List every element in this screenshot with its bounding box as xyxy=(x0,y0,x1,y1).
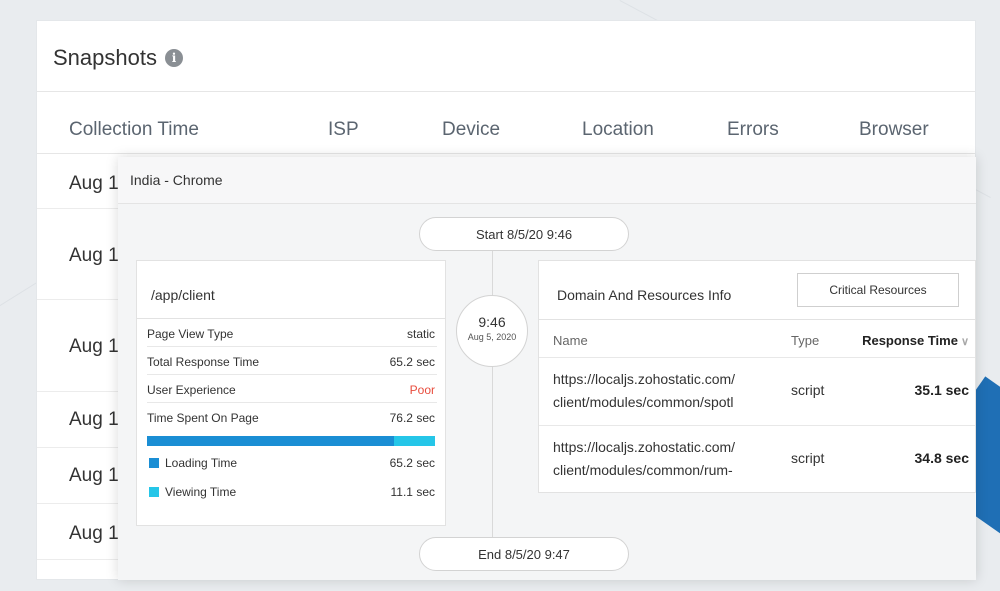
snapshot-detail-popup: India - Chrome Start 8/5/20 9:46 End 8/5… xyxy=(118,157,976,580)
legend-viewing-time: Viewing Time 11.1 sec xyxy=(147,483,437,503)
table-row-collection-time[interactable]: Aug 1 xyxy=(69,523,119,545)
divider xyxy=(37,91,975,92)
column-header-isp[interactable]: ISP xyxy=(328,119,359,141)
column-header-collection-time[interactable]: Collection Time xyxy=(69,119,199,141)
table-row-collection-time[interactable]: Aug 1 xyxy=(69,173,119,195)
resource-domain: https://localjs.zohostatic.com/ xyxy=(553,439,736,455)
table-row-collection-time[interactable]: Aug 1 xyxy=(69,465,119,487)
column-header-location[interactable]: Location xyxy=(582,119,654,141)
resource-response-time: 35.1 sec xyxy=(914,382,970,398)
time-split-bar xyxy=(147,436,435,446)
resource-domain: https://localjs.zohostatic.com/ xyxy=(553,371,736,387)
resources-header: Domain And Resources Info Critical Resou… xyxy=(539,261,975,320)
legend-label: Viewing Time xyxy=(165,485,237,499)
table-row-collection-time[interactable]: Aug 1 xyxy=(69,245,119,267)
table-header: Collection Time ISP Device Location Erro… xyxy=(37,119,975,149)
resources-card: Domain And Resources Info Critical Resou… xyxy=(538,260,976,493)
column-header-name[interactable]: Name xyxy=(553,333,588,348)
timeline-marker[interactable]: 9:46 Aug 5, 2020 xyxy=(456,295,528,367)
timeline-start: Start 8/5/20 9:46 xyxy=(419,217,629,251)
page-url: /app/client xyxy=(137,261,445,319)
popup-header: India - Chrome xyxy=(118,157,976,204)
stat-row-time-spent: Time Spent On Page 76.2 sec xyxy=(147,403,437,431)
column-header-device[interactable]: Device xyxy=(442,119,500,141)
resource-type: script xyxy=(791,450,825,466)
table-row-collection-time[interactable]: Aug 1 xyxy=(69,336,119,358)
stat-row-user-experience: User Experience Poor xyxy=(147,375,437,403)
stat-value: 76.2 sec xyxy=(389,411,435,425)
loading-time-fill xyxy=(147,436,394,446)
legend-value: 65.2 sec xyxy=(389,456,435,470)
divider xyxy=(37,153,975,154)
table-row-collection-time[interactable]: Aug 1 xyxy=(69,409,119,431)
stat-value: 65.2 sec xyxy=(389,355,435,369)
stat-label: Total Response Time xyxy=(147,355,260,369)
page-view-card: /app/client Page View Type static Total … xyxy=(136,260,446,526)
column-header-type[interactable]: Type xyxy=(791,333,819,348)
resource-path: client/modules/common/rum- xyxy=(553,462,733,478)
legend-loading-time: Loading Time 65.2 sec xyxy=(147,454,437,474)
page-title: Snapshots i xyxy=(53,45,183,71)
timeline-line xyxy=(492,247,493,547)
column-header-errors[interactable]: Errors xyxy=(727,119,779,141)
legend-label: Loading Time xyxy=(165,456,238,470)
info-icon[interactable]: i xyxy=(164,49,183,67)
resources-title: Domain And Resources Info xyxy=(557,287,732,303)
resource-response-time: 34.8 sec xyxy=(914,450,970,466)
viewing-swatch xyxy=(149,487,159,497)
stat-row-page-view-type: Page View Type static xyxy=(147,319,437,347)
sort-chevron-icon[interactable]: ∨ xyxy=(961,336,969,348)
column-header-browser[interactable]: Browser xyxy=(859,119,929,141)
resource-name: https://localjs.zohostatic.com/ client/m… xyxy=(553,436,775,482)
resource-name: https://localjs.zohostatic.com/ client/m… xyxy=(553,368,775,414)
timeline-end: End 8/5/20 9:47 xyxy=(419,537,629,571)
marker-time: 9:46 xyxy=(478,314,506,330)
loading-swatch xyxy=(149,458,159,468)
stat-value: static xyxy=(406,327,435,341)
stat-label: User Experience xyxy=(147,383,236,397)
resource-path: client/modules/common/spotl xyxy=(553,394,734,410)
stat-row-total-response-time: Total Response Time 65.2 sec xyxy=(147,347,437,375)
response-time-label: Response Time xyxy=(862,333,958,348)
user-experience-value: Poor xyxy=(409,383,435,397)
critical-resources-button[interactable]: Critical Resources xyxy=(797,273,959,307)
legend-value: 11.1 sec xyxy=(390,485,435,499)
resource-type: script xyxy=(791,382,825,398)
stat-label: Page View Type xyxy=(147,327,234,341)
marker-date: Aug 5, 2020 xyxy=(467,332,517,342)
column-header-response-time[interactable]: Response Time ∨ xyxy=(862,333,969,348)
stat-label: Time Spent On Page xyxy=(147,411,259,425)
table-row[interactable]: https://localjs.zohostatic.com/ client/m… xyxy=(539,425,975,493)
snapshots-title: Snapshots xyxy=(53,45,157,70)
table-row[interactable]: https://localjs.zohostatic.com/ client/m… xyxy=(539,357,975,425)
